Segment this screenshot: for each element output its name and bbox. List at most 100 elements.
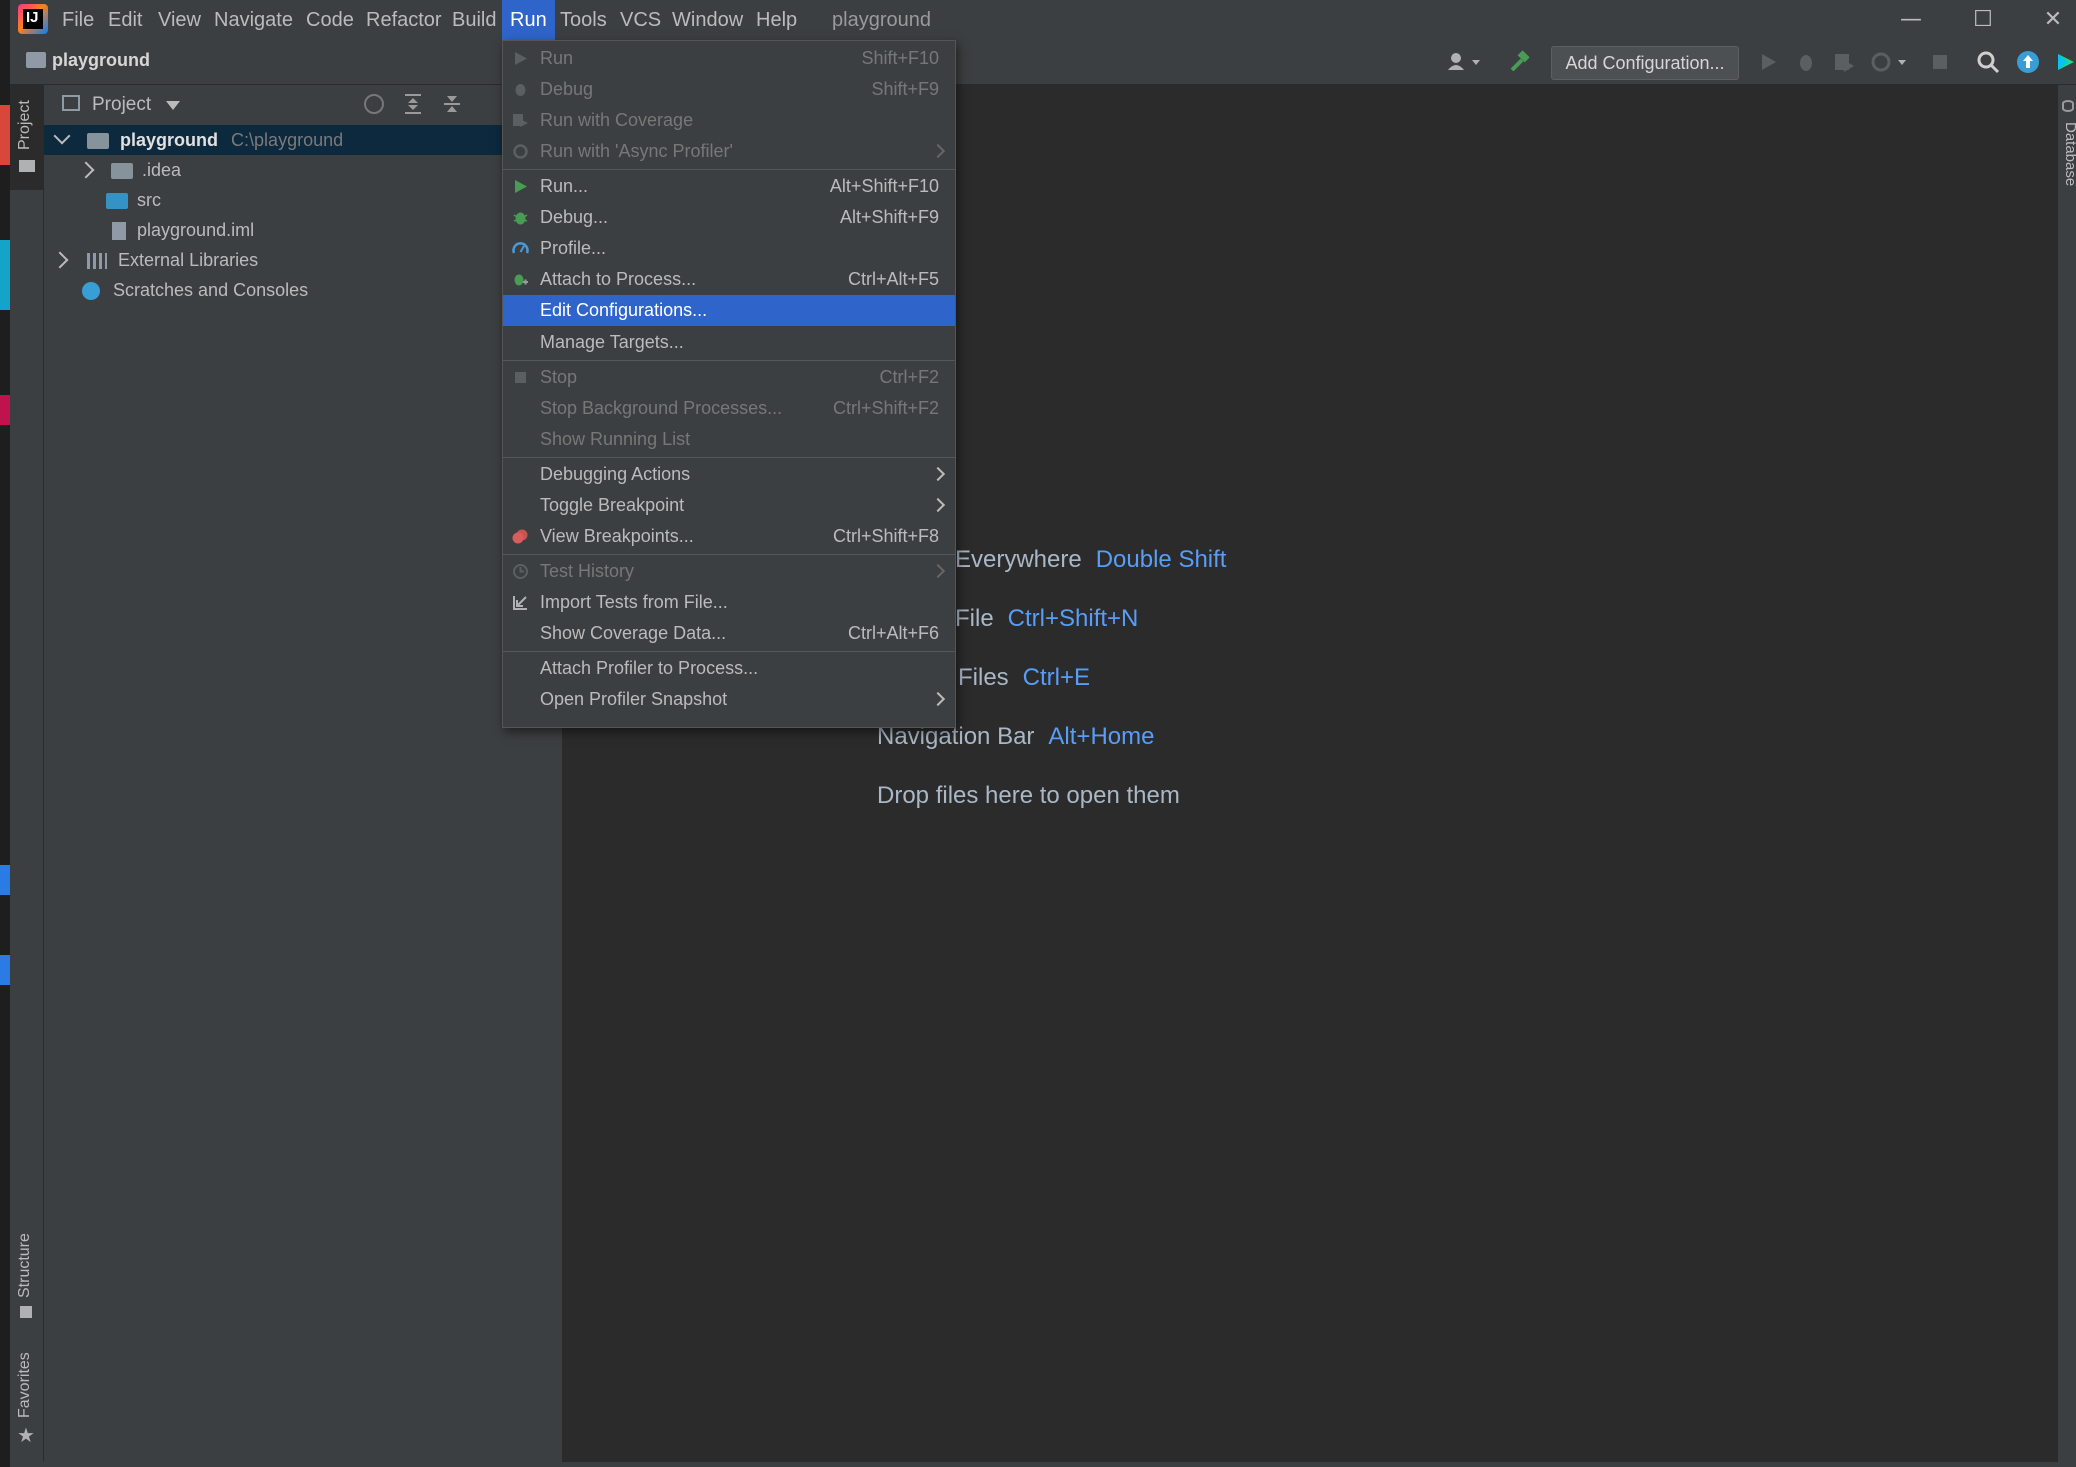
add-configuration-button[interactable]: Add Configuration... [1551,46,1739,80]
menu-item-import-tests[interactable]: Import Tests from File... [503,587,955,618]
chevron-right-icon [930,691,946,707]
menu-item-attach-profiler[interactable]: Attach Profiler to Process... [503,653,955,684]
update-icon[interactable] [2016,50,2040,74]
hint-search-everywhere: Everywhere Double Shift [955,546,1226,574]
tree-item-label: External Libraries [118,250,259,270]
menu-file[interactable]: File [54,0,102,40]
project-tool-tab-label: Project [16,100,33,150]
database-tool-tab[interactable]: Database [2062,122,2076,186]
chevron-right-icon [930,497,946,513]
search-icon[interactable] [1976,50,2000,74]
tree-item-playground-iml[interactable]: playground.iml [44,215,502,245]
toolbox-icon[interactable] [2056,50,2076,74]
structure-icon [20,1306,32,1318]
menu-item-manage-targets[interactable]: Manage Targets... [503,327,955,358]
menu-vcs[interactable]: VCS [612,0,669,40]
folder-icon [111,163,134,180]
expand-all-icon[interactable] [404,93,422,115]
intellij-logo-icon: IJ [18,4,48,34]
menu-item-profile[interactable]: Profile... [503,233,955,264]
menu-item-debug-dots[interactable]: Debug... Alt+Shift+F9 [503,202,955,233]
menu-item-test-history[interactable]: Test History [503,556,955,587]
minimize-icon[interactable]: — [1876,0,1946,40]
chevron-down-icon[interactable] [53,127,71,145]
close-icon[interactable]: ✕ [2018,0,2076,40]
menu-help[interactable]: Help [748,0,805,40]
menu-item-attach-to-process[interactable]: Attach to Process... Ctrl+Alt+F5 [503,264,955,295]
menu-item-run-with-async-profiler[interactable]: Run with 'Async Profiler' [503,136,955,167]
tree-item-label: .idea [142,160,182,180]
menu-code[interactable]: Code [298,0,362,40]
user-icon[interactable] [1446,50,1480,74]
menu-item-stop[interactable]: Stop Ctrl+F2 [503,362,955,393]
menu-item-edit-configurations[interactable]: Edit Configurations... [503,295,955,326]
menu-item-show-running-list[interactable]: Show Running List [503,424,955,455]
attach-debugger-icon [514,274,528,286]
menu-navigate[interactable]: Navigate [206,0,301,40]
stop-icon[interactable] [1928,50,1952,74]
history-clock-icon [513,564,528,579]
build-hammer-icon[interactable] [1508,50,1532,74]
project-view-icon [62,95,80,111]
menu-tools[interactable]: Tools [552,0,615,40]
chevron-right-icon [930,563,946,579]
breadcrumb-project[interactable]: playground [52,50,150,71]
tree-item-label: src [137,190,162,210]
menu-item-debug[interactable]: Debug Shift+F9 [503,74,955,105]
menu-window[interactable]: Window [664,0,751,40]
hint-label: Everywhere [955,546,1082,573]
hint-label: Drop files here to open them [877,782,1180,809]
hint-drop-files: Drop files here to open them [877,782,1180,810]
tree-item-playground[interactable]: playground C:\playground [44,125,502,155]
debug-icon[interactable] [1794,50,1818,74]
menu-view[interactable]: View [150,0,209,40]
project-view-selector[interactable]: Project [92,94,151,116]
menu-item-toggle-breakpoint[interactable]: Toggle Breakpoint [503,490,955,521]
hint-shortcut: Double Shift [1095,546,1227,573]
chevron-down-icon[interactable] [166,101,180,110]
menu-build[interactable]: Build [444,0,504,40]
tree-item-path: C:\playground [231,130,344,150]
maximize-icon[interactable]: ☐ [1948,0,2018,40]
menu-item-run[interactable]: Run Shift+F10 [503,43,955,74]
menu-item-debugging-actions[interactable]: Debugging Actions [503,459,955,490]
right-tool-window-strip [2058,85,2076,1467]
menu-refactor[interactable]: Refactor [358,0,450,40]
run-icon[interactable] [1756,50,1780,74]
menu-run[interactable]: Run [502,0,555,40]
tree-item-external-libraries[interactable]: External Libraries [44,245,502,275]
run-icon [515,180,527,193]
run-with-coverage-icon[interactable] [1832,50,1856,74]
menu-item-stop-background-processes[interactable]: Stop Background Processes... Ctrl+Shift+F… [503,393,955,424]
hint-recent-files: Files Ctrl+E [958,664,1090,692]
menu-item-show-coverage-data[interactable]: Show Coverage Data... Ctrl+Alt+F6 [503,618,955,649]
profile-icon[interactable] [1870,50,1906,74]
menu-edit[interactable]: Edit [100,0,150,40]
structure-tool-tab[interactable]: Structure [16,1233,34,1298]
tree-item-label: playground [120,130,219,150]
coverage-icon [513,114,528,127]
chevron-right-icon [930,466,946,482]
desktop-background-strip [0,0,10,1467]
tree-item-src[interactable]: src [44,185,502,215]
collapse-all-icon[interactable] [443,93,461,115]
hint-label: File [955,605,994,632]
menu-item-view-breakpoints[interactable]: View Breakpoints... Ctrl+Shift+F8 [503,521,955,552]
breakpoints-icon [512,529,528,544]
menu-item-run-with-coverage[interactable]: Run with Coverage [503,105,955,136]
locate-icon[interactable] [364,94,384,114]
module-folder-icon [87,133,110,150]
menu-item-open-profiler-snapshot[interactable]: Open Profiler Snapshot [503,684,955,715]
tree-item-idea[interactable]: .idea [44,155,502,185]
database-icon [2062,100,2074,112]
chevron-right-icon[interactable] [77,161,95,179]
debug-icon [515,84,526,96]
tree-item-label: playground.iml [137,220,255,240]
project-tool-icon [19,160,35,172]
tree-item-scratches[interactable]: Scratches and Consoles [44,275,502,305]
chevron-right-icon[interactable] [51,251,69,269]
menu-item-run-dots[interactable]: Run... Alt+Shift+F10 [503,171,955,202]
debug-bug-icon [513,212,528,225]
favorites-tool-tab[interactable]: Favorites [16,1352,34,1418]
window-title: playground [832,9,931,31]
